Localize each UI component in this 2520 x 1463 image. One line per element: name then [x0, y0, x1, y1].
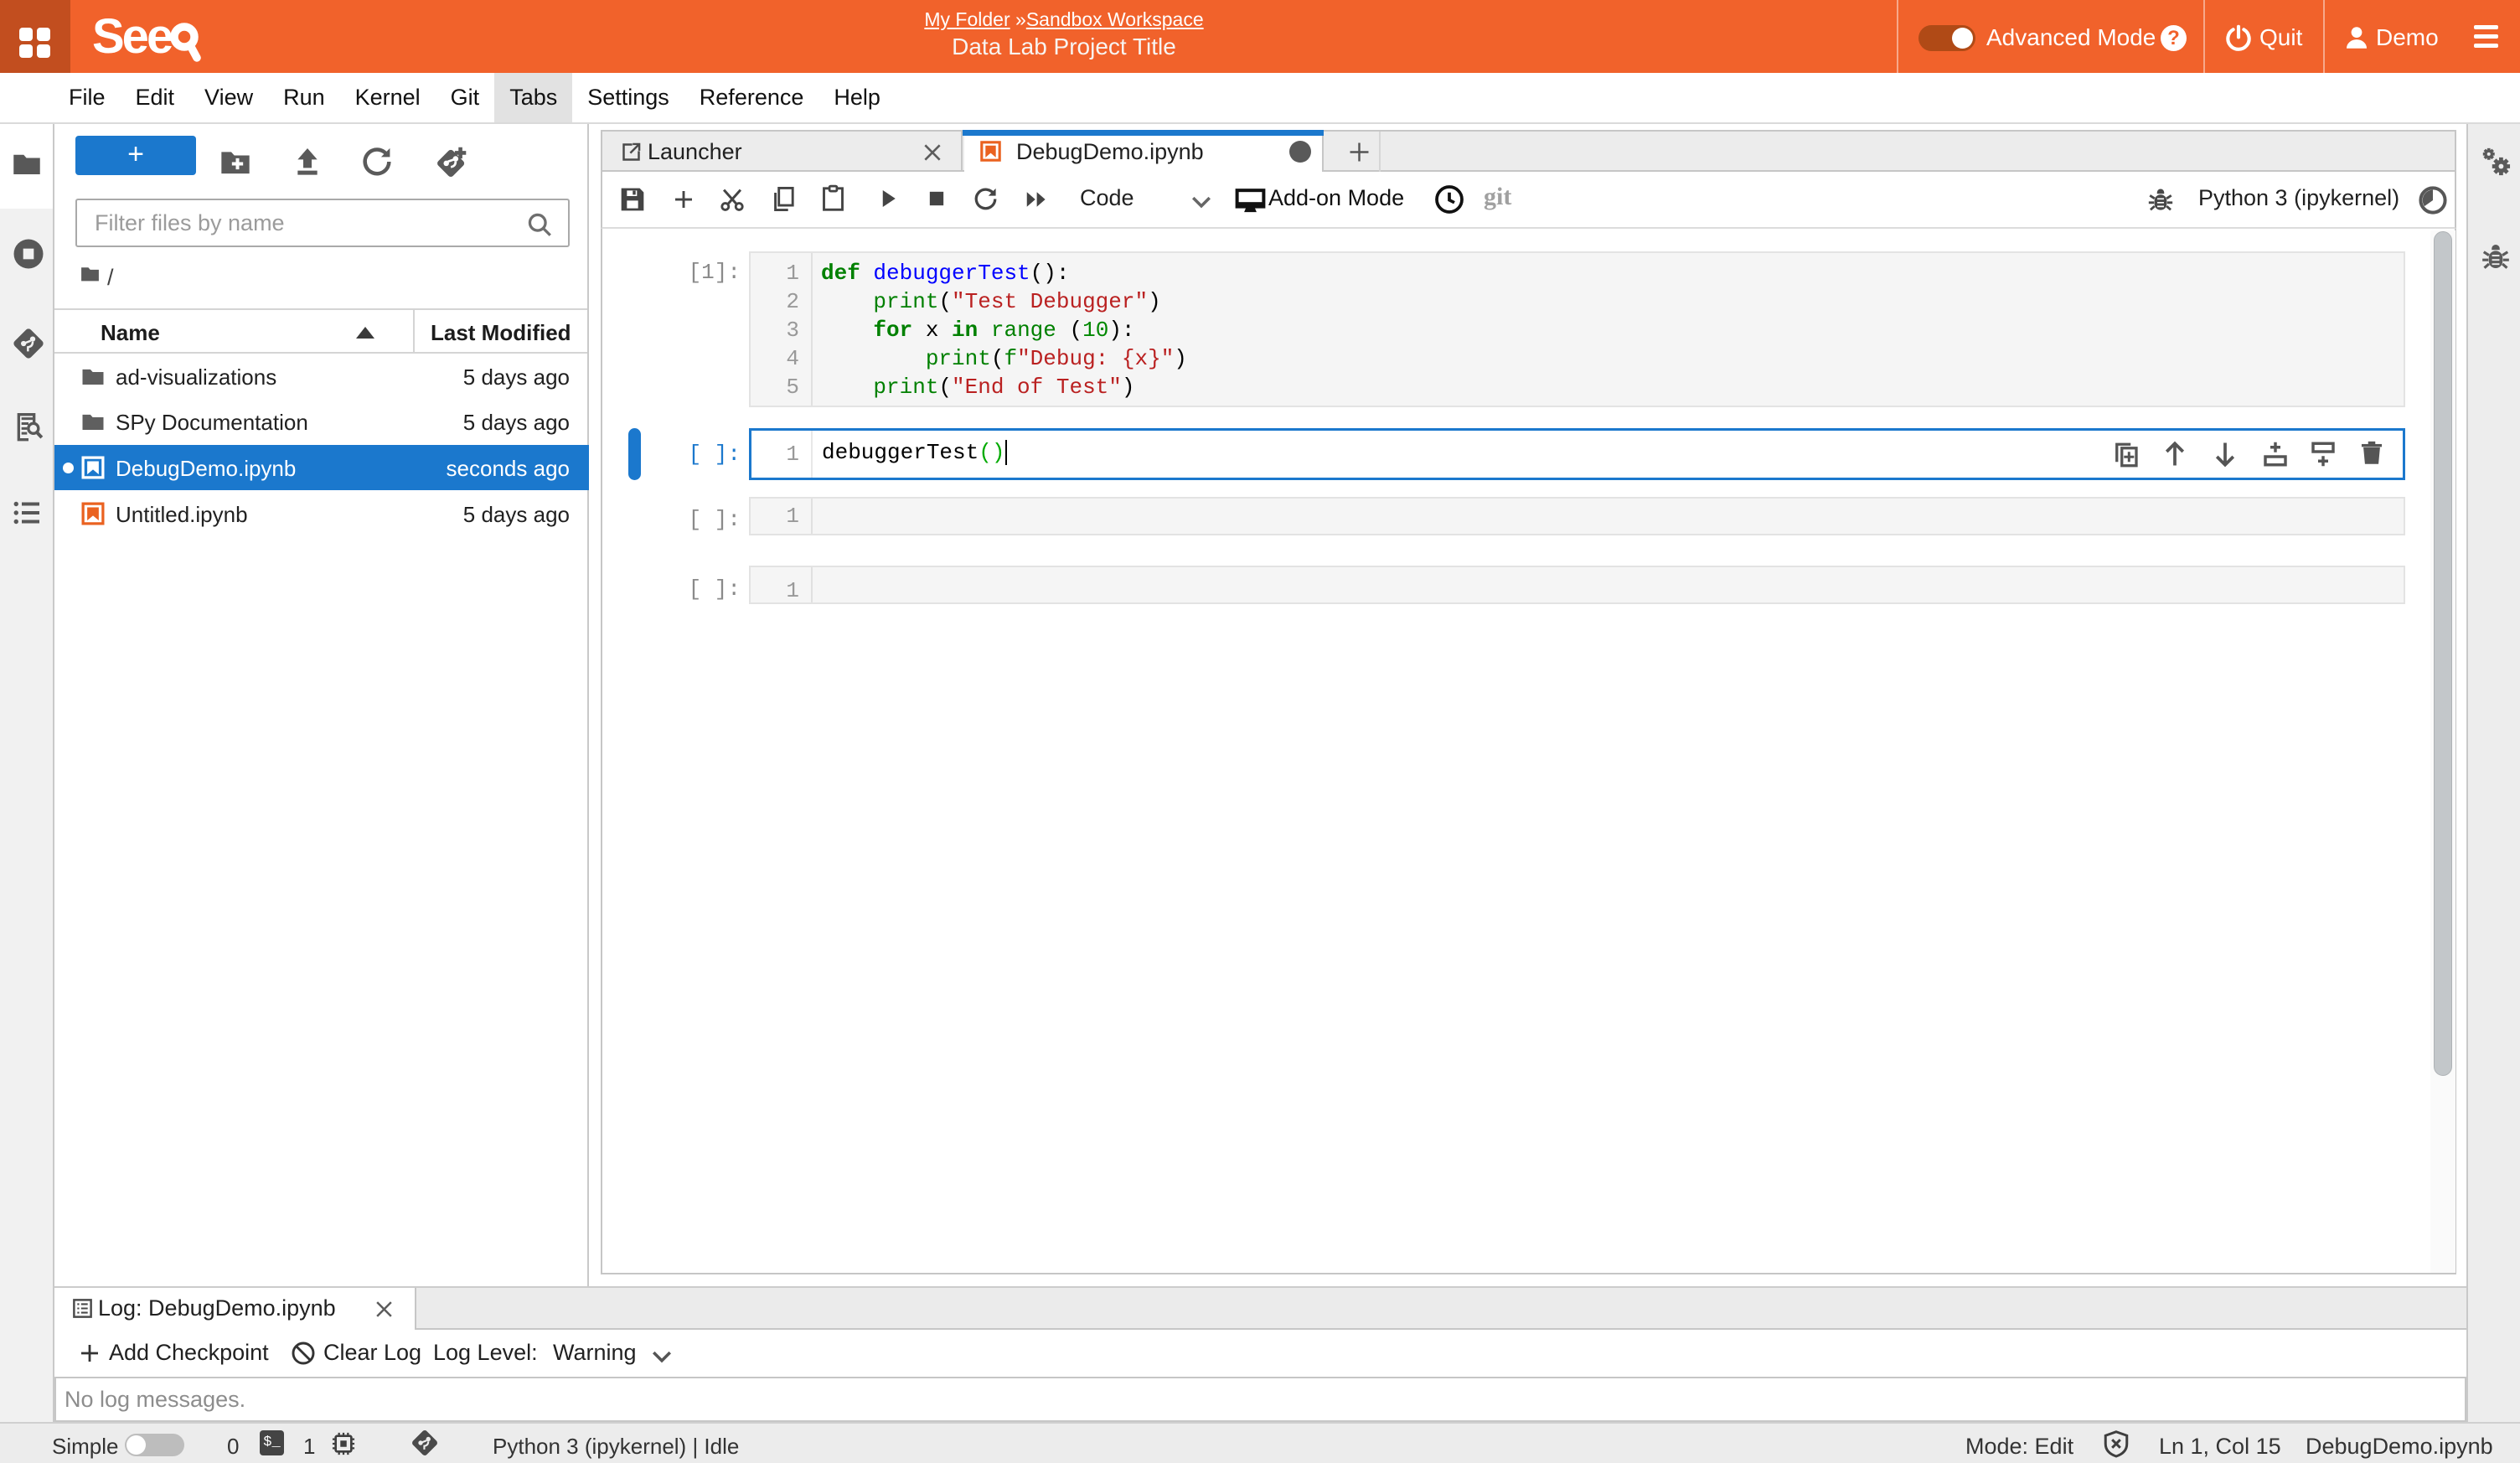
svg-text:See: See [92, 10, 173, 62]
